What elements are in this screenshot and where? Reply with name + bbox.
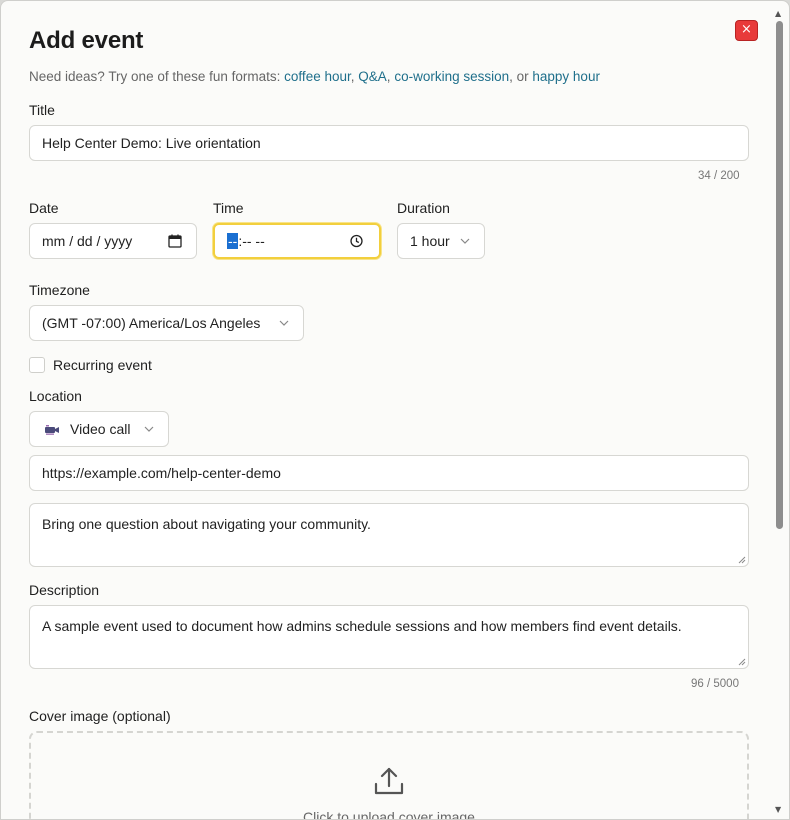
location-url-value: https://example.com/help-center-demo bbox=[42, 465, 281, 481]
upload-icon bbox=[374, 767, 404, 795]
timezone-select[interactable]: (GMT -07:00) America/Los Angeles bbox=[29, 305, 304, 341]
location-url-input[interactable]: https://example.com/help-center-demo bbox=[29, 455, 749, 491]
ideas-prefix: Need ideas? Try one of these fun formats… bbox=[29, 69, 281, 84]
chevron-down-icon bbox=[460, 238, 470, 244]
ideas-separator: , bbox=[386, 69, 391, 84]
time-input-value: --:-- -- bbox=[227, 233, 265, 249]
close-button[interactable]: × bbox=[735, 20, 758, 41]
date-input-placeholder: mm / dd / yyyy bbox=[42, 233, 133, 249]
location-type-select[interactable]: Video call bbox=[29, 411, 169, 447]
duration-select-value: 1 hour bbox=[410, 233, 450, 249]
location-notes-value: Bring one question about navigating your… bbox=[42, 516, 371, 532]
cover-image-dropzone[interactable]: Click to upload cover image bbox=[29, 731, 749, 820]
scroll-thumb[interactable] bbox=[776, 21, 783, 529]
scroll-down-arrow-icon[interactable]: ▼ bbox=[775, 805, 781, 814]
idea-link-happy-hour[interactable]: happy hour bbox=[532, 69, 600, 84]
recurring-event-checkbox[interactable] bbox=[29, 357, 45, 373]
date-input[interactable]: mm / dd / yyyy bbox=[29, 223, 197, 259]
dialog-title: Add event bbox=[29, 27, 144, 54]
time-label: Time bbox=[213, 200, 244, 216]
date-label: Date bbox=[29, 200, 59, 216]
title-input[interactable]: Help Center Demo: Live orientation bbox=[29, 125, 749, 161]
upload-cover-text: Click to upload cover image bbox=[303, 809, 475, 820]
location-label: Location bbox=[29, 388, 82, 404]
resize-handle-icon[interactable] bbox=[738, 556, 746, 564]
idea-link-coworking[interactable]: co-working session bbox=[394, 69, 509, 84]
description-char-counter: 96 / 5000 bbox=[691, 678, 739, 690]
video-camera-icon bbox=[45, 425, 59, 435]
cover-image-label: Cover image (optional) bbox=[29, 708, 171, 724]
timezone-select-value: (GMT -07:00) America/Los Angeles bbox=[42, 315, 261, 331]
description-value: A sample event used to document how admi… bbox=[42, 618, 682, 634]
ideas-hint: Need ideas? Try one of these fun formats… bbox=[29, 69, 600, 84]
close-icon: × bbox=[741, 22, 752, 37]
duration-label: Duration bbox=[397, 200, 450, 216]
description-textarea[interactable]: A sample event used to document how admi… bbox=[29, 605, 749, 669]
location-type-value: Video call bbox=[70, 421, 131, 437]
title-label: Title bbox=[29, 102, 55, 118]
calendar-icon[interactable] bbox=[168, 234, 182, 248]
time-input[interactable]: --:-- -- bbox=[213, 223, 381, 259]
chevron-down-icon bbox=[279, 320, 289, 326]
chevron-down-icon bbox=[144, 426, 154, 432]
idea-link-coffee-hour[interactable]: coffee hour bbox=[284, 69, 351, 84]
time-rest-segments[interactable]: :-- -- bbox=[238, 233, 264, 249]
description-label: Description bbox=[29, 582, 100, 598]
scrollbar[interactable]: ▲ ▼ bbox=[772, 9, 786, 819]
resize-handle-icon[interactable] bbox=[738, 658, 746, 666]
title-char-counter: 34 / 200 bbox=[698, 170, 740, 182]
time-hour-segment[interactable]: -- bbox=[227, 233, 239, 249]
add-event-dialog: × ▲ ▼ Add event Need ideas? Try one of t… bbox=[0, 0, 790, 820]
scroll-up-arrow-icon[interactable]: ▲ bbox=[775, 9, 781, 18]
ideas-separator: , bbox=[350, 69, 355, 84]
idea-link-qa[interactable]: Q&A bbox=[358, 69, 387, 84]
recurring-event-label[interactable]: Recurring event bbox=[53, 357, 152, 373]
clock-icon[interactable] bbox=[350, 234, 363, 248]
title-input-value: Help Center Demo: Live orientation bbox=[42, 135, 261, 151]
ideas-separator: , or bbox=[509, 69, 529, 84]
duration-select[interactable]: 1 hour bbox=[397, 223, 485, 259]
timezone-label: Timezone bbox=[29, 282, 90, 298]
location-notes-textarea[interactable]: Bring one question about navigating your… bbox=[29, 503, 749, 567]
